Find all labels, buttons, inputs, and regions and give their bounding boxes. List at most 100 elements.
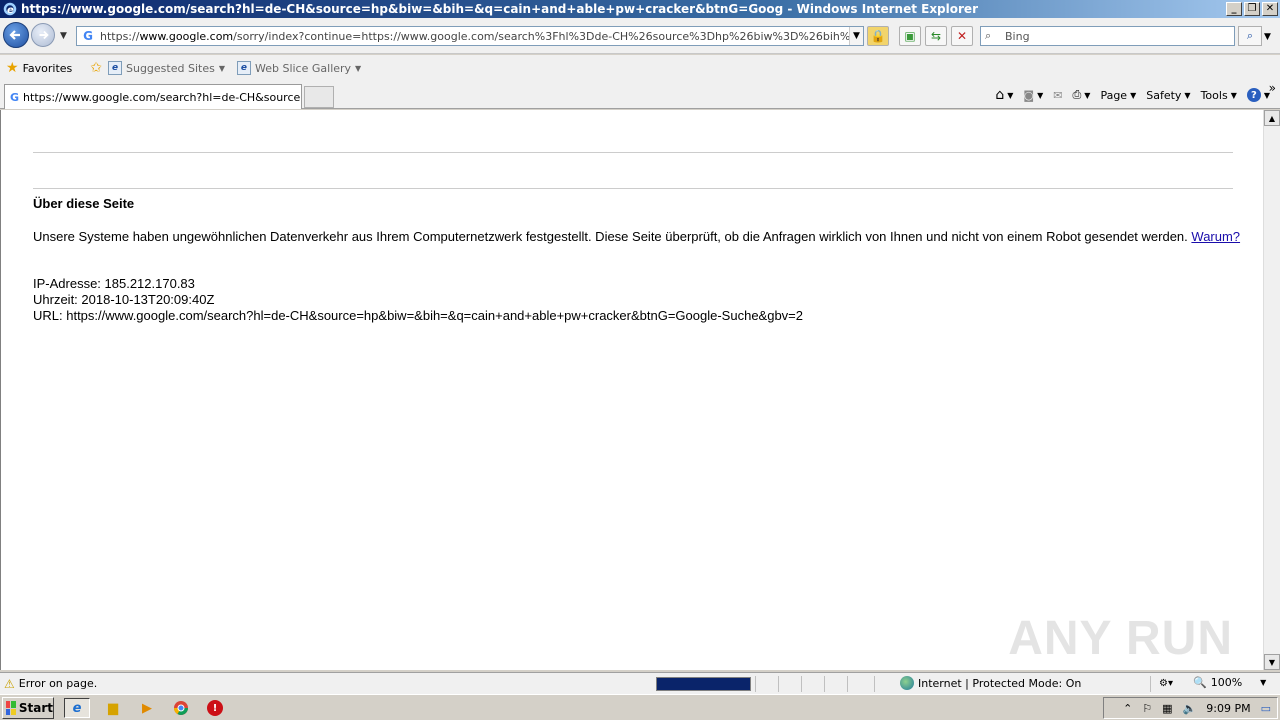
home-icon: ⌂ bbox=[995, 87, 1005, 103]
address-bar[interactable]: G https://www.google.com/sorry/index?con… bbox=[76, 26, 864, 46]
home-button[interactable]: ⌂ ▼ bbox=[995, 87, 1013, 103]
new-tab-button[interactable] bbox=[304, 86, 334, 108]
chevron-down-icon: ▼ bbox=[1084, 90, 1091, 100]
network-icon[interactable]: ▦ bbox=[1162, 702, 1172, 715]
search-placeholder: Bing bbox=[1005, 29, 1030, 43]
page-load-progress bbox=[656, 677, 751, 691]
navigation-bar: ▼ G https://www.google.com/sorry/index?c… bbox=[0, 18, 1280, 54]
taskbar-media-player[interactable]: ▶ bbox=[134, 698, 160, 718]
compatibility-view-button[interactable]: ▣ bbox=[899, 26, 921, 46]
settings-icon: ⚙▾ bbox=[1159, 678, 1173, 689]
ie-page-icon: e bbox=[236, 61, 251, 75]
progress-fill bbox=[657, 678, 750, 690]
show-hidden-icons-button[interactable]: ⌃ bbox=[1123, 702, 1132, 715]
page-menu-label: Page bbox=[1100, 88, 1128, 102]
vertical-scrollbar[interactable]: ▲ ▼ bbox=[1263, 110, 1280, 670]
stop-button[interactable]: ✕ bbox=[951, 26, 973, 46]
taskbar-explorer[interactable]: ▆ bbox=[100, 698, 126, 718]
page-content: Über diese Seite Unsere Systeme haben un… bbox=[0, 110, 1263, 670]
zoom-control[interactable]: 🔍 100% ▼ bbox=[1193, 676, 1266, 689]
more-commands-chevron-icon[interactable]: » bbox=[1269, 81, 1276, 95]
lock-icon: 🔒 bbox=[870, 29, 886, 43]
ip-address-text: IP-Adresse: 185.212.170.83 bbox=[33, 276, 195, 291]
stop-icon: ✕ bbox=[956, 29, 968, 43]
security-zone-label: Internet | Protected Mode: On bbox=[918, 676, 1082, 690]
chevron-down-icon: ▼ bbox=[1007, 90, 1014, 100]
address-dropdown-button[interactable]: ▼ bbox=[849, 27, 863, 45]
window-title: https://www.google.com/search?hl=de-CH&s… bbox=[21, 2, 978, 16]
magnifier-icon: ⌕ bbox=[1246, 29, 1254, 42]
web-slice-gallery-link[interactable]: e Web Slice Gallery ▼ bbox=[236, 61, 361, 75]
action-center-flag-icon[interactable]: ⚐ bbox=[1142, 702, 1152, 715]
search-options-dropdown[interactable]: ▼ bbox=[1264, 32, 1271, 42]
clock[interactable]: 9:09 PM bbox=[1206, 702, 1250, 715]
security-zone[interactable]: Internet | Protected Mode: On bbox=[900, 676, 1081, 690]
taskbar-opera[interactable]: ! bbox=[202, 698, 228, 718]
status-cell bbox=[778, 676, 800, 692]
folder-icon: ▆ bbox=[108, 700, 118, 716]
divider bbox=[33, 188, 1233, 189]
feeds-button[interactable]: ◙ ▼ bbox=[1023, 89, 1043, 102]
refresh-button[interactable]: ⇆ bbox=[925, 26, 947, 46]
chevron-down-icon: ▼ bbox=[1130, 90, 1137, 100]
search-button[interactable]: ⌕ bbox=[1238, 26, 1262, 46]
safety-menu[interactable]: Safety ▼ bbox=[1146, 89, 1190, 102]
google-favicon-icon: G bbox=[83, 29, 93, 43]
taskbar-internet-explorer[interactable]: e bbox=[64, 698, 90, 718]
help-icon: ? bbox=[1246, 88, 1261, 102]
protected-mode-cell[interactable]: ⚙▾ bbox=[1150, 676, 1190, 692]
add-favorite-icon: ✩ bbox=[90, 60, 102, 76]
warning-icon[interactable]: ⚠ bbox=[4, 677, 15, 691]
security-lock-button[interactable]: 🔒 bbox=[867, 26, 889, 46]
scroll-up-button[interactable]: ▲ bbox=[1264, 110, 1280, 126]
restore-button[interactable]: ❐ bbox=[1244, 2, 1260, 16]
status-cell bbox=[801, 676, 823, 692]
minimize-button[interactable]: _ bbox=[1226, 2, 1242, 16]
start-label: Start bbox=[18, 701, 53, 715]
print-button[interactable]: ⎙ ▼ bbox=[1072, 88, 1090, 102]
recent-pages-dropdown[interactable]: ▼ bbox=[60, 31, 67, 41]
ie-logo-icon: e bbox=[2, 1, 18, 17]
close-window-button[interactable]: ✕ bbox=[1262, 2, 1278, 16]
start-button[interactable]: Start bbox=[2, 697, 54, 719]
scroll-down-button[interactable]: ▼ bbox=[1264, 654, 1280, 670]
tools-menu-label: Tools bbox=[1200, 88, 1228, 102]
url-host: www.google.com bbox=[139, 29, 234, 43]
chevron-down-icon: ▼ bbox=[1184, 90, 1191, 100]
forward-button[interactable] bbox=[31, 23, 55, 47]
back-button[interactable] bbox=[3, 22, 29, 48]
chrome-icon bbox=[174, 701, 188, 715]
tools-menu[interactable]: Tools ▼ bbox=[1201, 89, 1237, 102]
show-desktop-icon[interactable]: ▭ bbox=[1261, 702, 1271, 715]
read-mail-button[interactable]: ✉ bbox=[1053, 89, 1062, 102]
suggested-sites-link[interactable]: e Suggested Sites ▼ bbox=[108, 61, 225, 75]
favorites-button[interactable]: ★ Favorites bbox=[6, 60, 72, 76]
page-menu[interactable]: Page ▼ bbox=[1100, 89, 1136, 102]
help-menu[interactable]: ? ▼ bbox=[1246, 88, 1270, 102]
why-link[interactable]: Warum? bbox=[1191, 229, 1240, 244]
chevron-down-icon: ▼ bbox=[218, 63, 225, 73]
page-heading: Über diese Seite bbox=[33, 196, 135, 211]
suggested-sites-label: Suggested Sites bbox=[126, 61, 215, 75]
zoom-level: 100% bbox=[1210, 676, 1243, 689]
web-slice-gallery-label: Web Slice Gallery bbox=[254, 61, 352, 75]
taskbar-chrome[interactable] bbox=[168, 698, 194, 718]
anyrun-watermark: ANY RUN bbox=[1008, 612, 1233, 665]
tab-bar: G https://www.google.com/search?hl=de-CH… bbox=[0, 81, 1280, 109]
tab-google-search[interactable]: G https://www.google.com/search?hl=de-CH… bbox=[4, 84, 302, 109]
address-url[interactable]: https://www.google.com/sorry/index?conti… bbox=[100, 30, 849, 43]
url-prefix: https:// bbox=[100, 29, 140, 43]
ie-page-icon: e bbox=[108, 61, 122, 75]
explanation-text: Unsere Systeme haben ungewöhnlichen Date… bbox=[33, 229, 1188, 244]
taskbar: Start e ▆ ▶ ! ⌃ ⚐ ▦ 🔈 9:09 PM ▭ bbox=[0, 694, 1280, 720]
safety-menu-label: Safety bbox=[1146, 88, 1182, 102]
status-cell bbox=[874, 676, 896, 692]
volume-icon[interactable]: 🔈 bbox=[1183, 702, 1197, 715]
compatibility-icon: ▣ bbox=[904, 29, 916, 43]
system-tray: ⌃ ⚐ ▦ 🔈 9:09 PM ▭ bbox=[1103, 697, 1278, 719]
add-to-favorites-bar-button[interactable]: ✩ bbox=[90, 60, 102, 76]
status-bar: ⚠ Error on page. Internet | Protected Mo… bbox=[0, 672, 1280, 694]
favorites-star-icon: ★ bbox=[6, 60, 19, 76]
search-input[interactable]: ⌕ Bing bbox=[980, 26, 1235, 46]
status-message[interactable]: Error on page. bbox=[19, 677, 649, 690]
